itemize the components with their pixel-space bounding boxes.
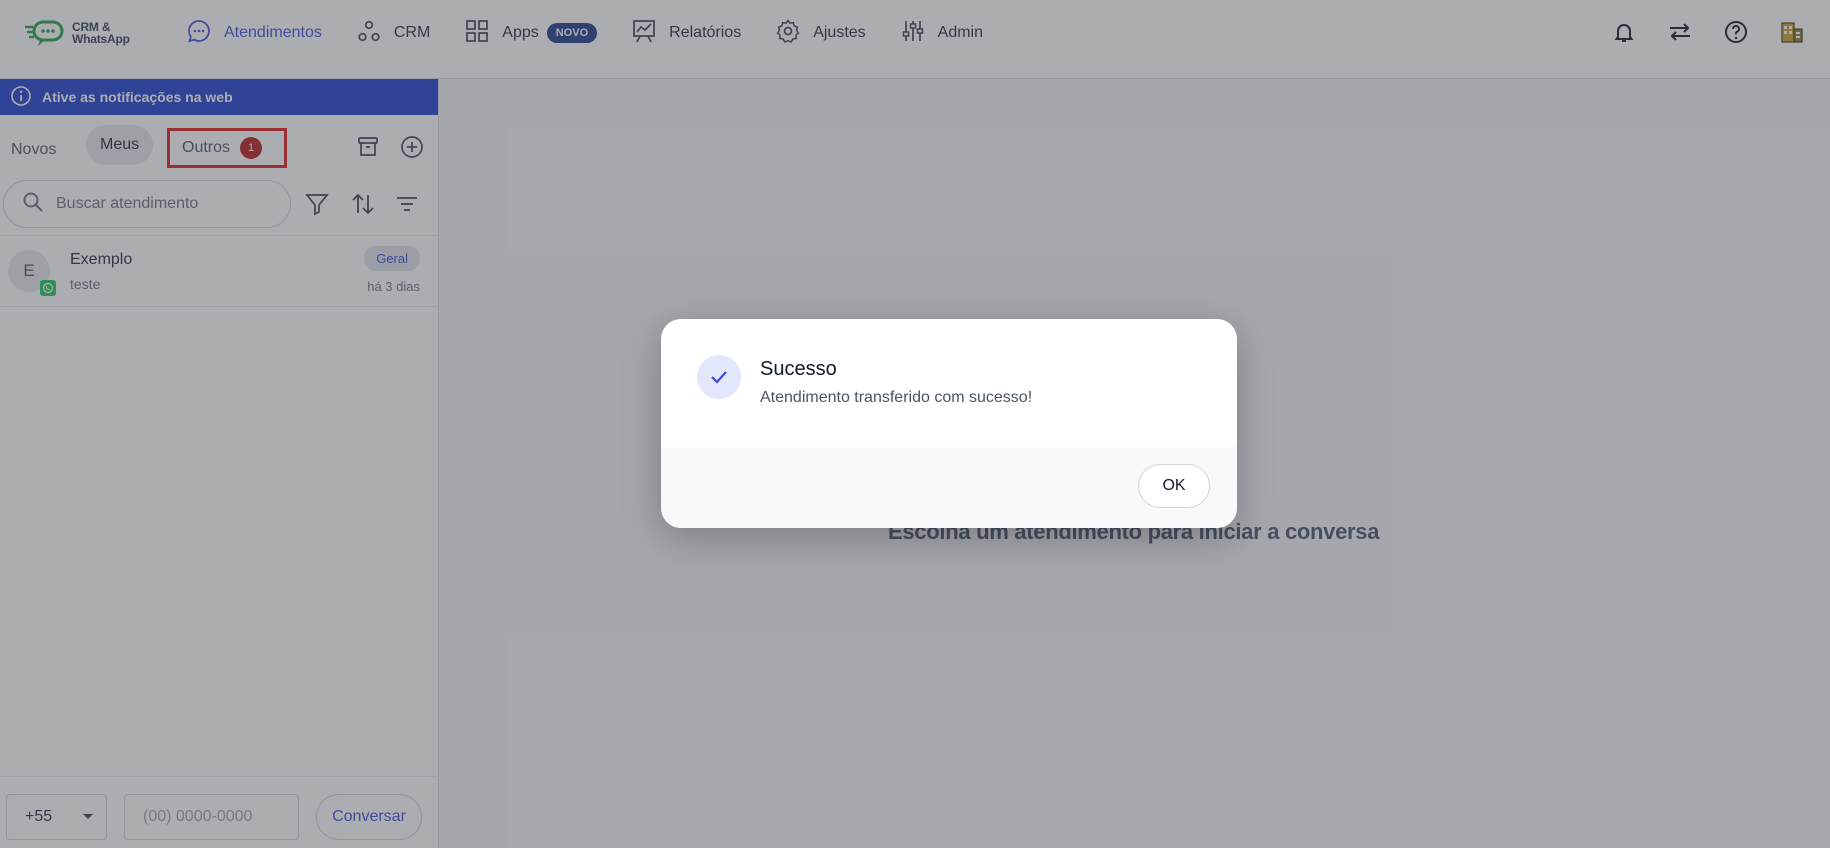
dialog-body: Sucesso Atendimento transferido com suce… — [661, 319, 1237, 447]
dialog-footer: OK — [661, 447, 1237, 528]
dialog-title: Sucesso — [760, 358, 837, 380]
success-dialog: Sucesso Atendimento transferido com suce… — [661, 319, 1237, 528]
check-icon — [697, 355, 741, 399]
dialog-message: Atendimento transferido com sucesso! — [760, 389, 1033, 406]
ok-button[interactable]: OK — [1138, 464, 1210, 508]
